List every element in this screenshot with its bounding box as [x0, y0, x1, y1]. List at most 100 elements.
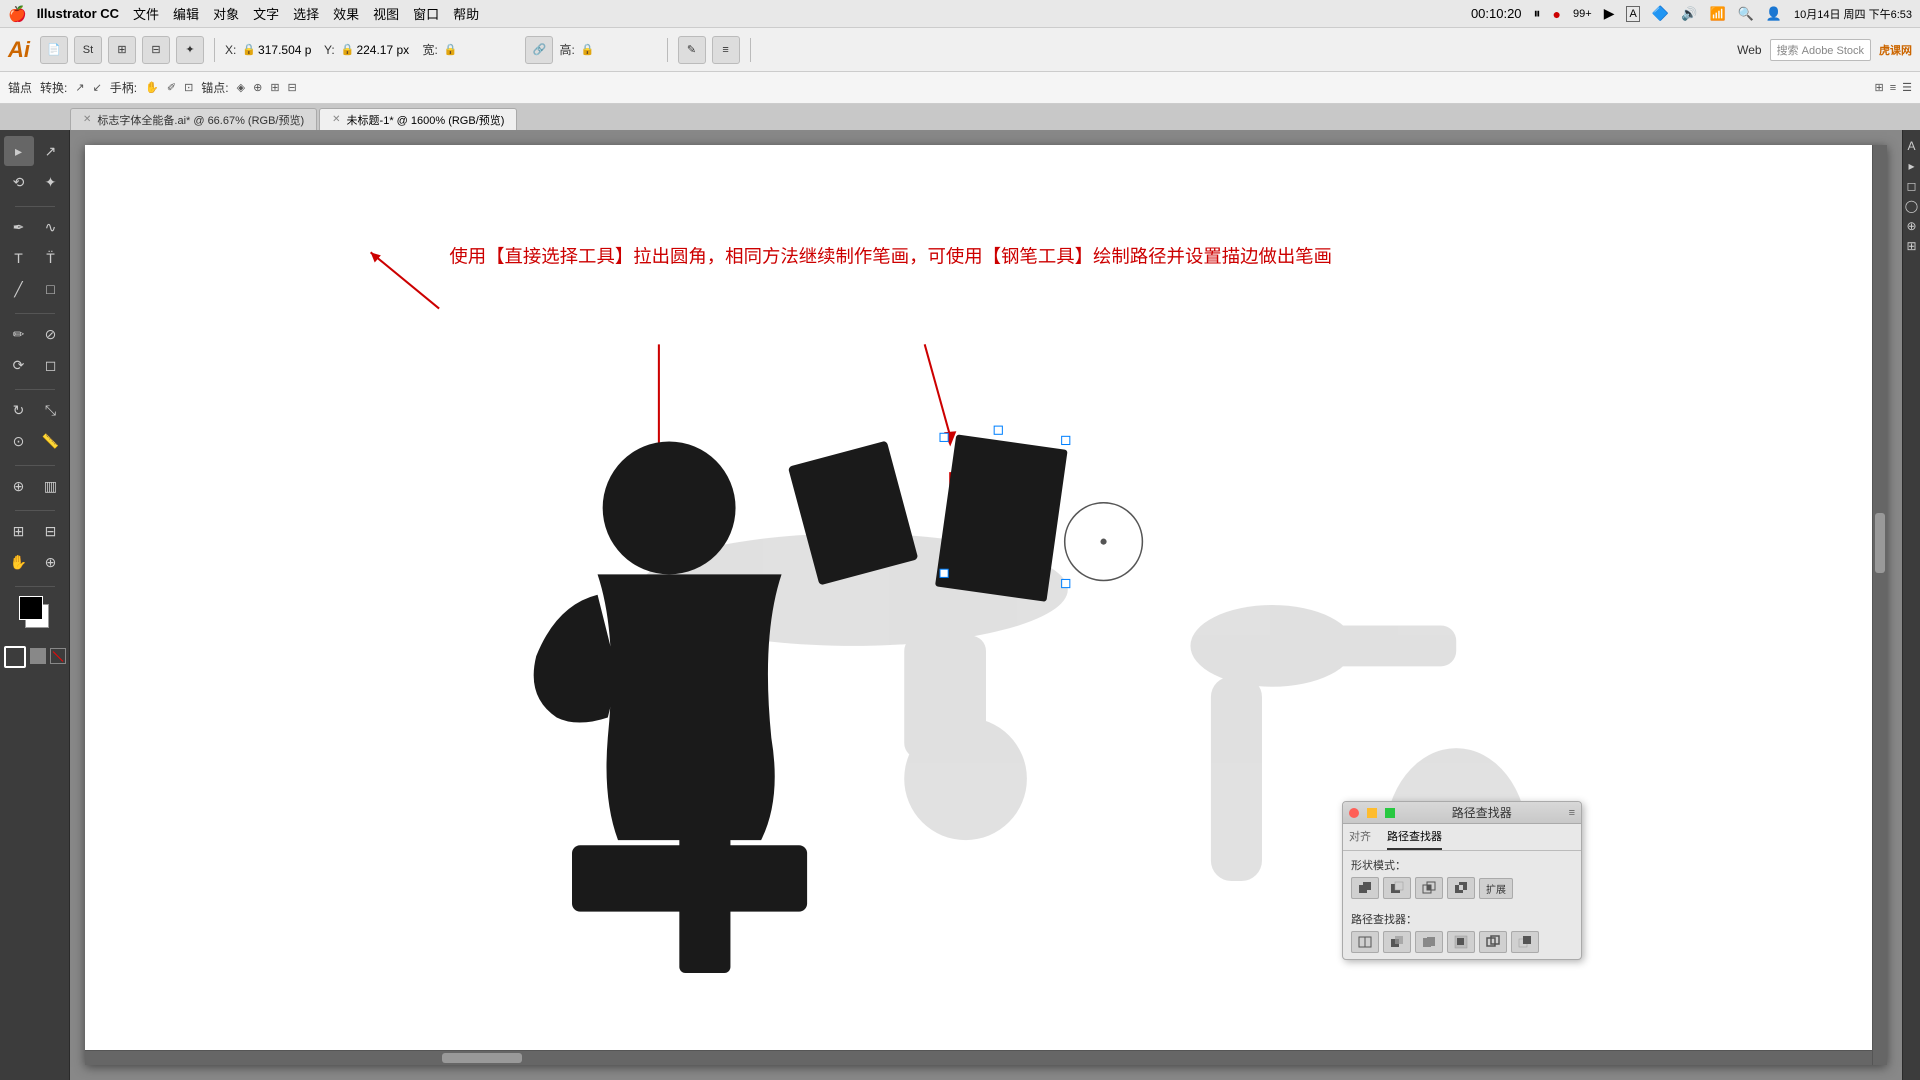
- blend-tool[interactable]: ⊕: [4, 471, 34, 501]
- right-tool-3[interactable]: ◻: [1904, 178, 1920, 194]
- panel-options-icon[interactable]: ≡: [1569, 807, 1575, 819]
- anchorpt-btn2[interactable]: ⊕: [253, 81, 262, 94]
- color-swatches[interactable]: [15, 596, 55, 636]
- view-btn1[interactable]: ⊞: [1874, 81, 1883, 94]
- divide-btn[interactable]: [1351, 931, 1379, 953]
- star-btn[interactable]: ✦: [176, 36, 204, 64]
- record-icon[interactable]: ●: [1553, 6, 1561, 22]
- handle-tr[interactable]: [1062, 436, 1070, 444]
- convert-btn2[interactable]: ↙: [93, 81, 102, 94]
- apple-menu[interactable]: 🍎: [8, 5, 27, 23]
- align-btn[interactable]: ≡: [712, 36, 740, 64]
- layout-btn[interactable]: ⊞: [108, 36, 136, 64]
- tab-1-close[interactable]: ✕: [83, 114, 91, 125]
- view-btn3[interactable]: ☰: [1902, 81, 1912, 94]
- right-tool-5[interactable]: ⊕: [1904, 218, 1920, 234]
- foreground-color[interactable]: [19, 596, 43, 620]
- menu-select[interactable]: 选择: [293, 4, 319, 23]
- outline-btn[interactable]: [1479, 931, 1507, 953]
- rotate-tool[interactable]: ↻: [4, 395, 34, 425]
- y-value[interactable]: 224.17 px: [356, 43, 416, 57]
- hand-btn1[interactable]: ✋: [145, 81, 159, 94]
- type-tool[interactable]: T: [4, 243, 34, 273]
- gradient-swatch[interactable]: [30, 648, 46, 664]
- intersect-btn[interactable]: [1415, 877, 1443, 899]
- notification-badge[interactable]: 99+: [1573, 8, 1592, 20]
- scroll-h[interactable]: [85, 1050, 1872, 1065]
- crop-btn[interactable]: [1447, 931, 1475, 953]
- link-btn[interactable]: 🔗: [525, 36, 553, 64]
- minus-back-btn[interactable]: [1511, 931, 1539, 953]
- menu-view[interactable]: 视图: [373, 4, 399, 23]
- panel-tab-align[interactable]: 对齐: [1349, 828, 1371, 850]
- menu-object[interactable]: 对象: [213, 4, 239, 23]
- menu-file[interactable]: 文件: [133, 4, 159, 23]
- scroll-v[interactable]: [1872, 145, 1887, 1065]
- menu-help[interactable]: 帮助: [453, 4, 479, 23]
- stroke-swatch[interactable]: [4, 646, 26, 668]
- exclude-btn[interactable]: [1447, 877, 1475, 899]
- pause-icon[interactable]: ⏸: [1534, 5, 1541, 22]
- none-swatch[interactable]: [50, 648, 66, 664]
- brush-tool[interactable]: ⊘: [36, 319, 66, 349]
- panel-close-btn[interactable]: [1349, 808, 1359, 818]
- x-value[interactable]: 317.504 p: [258, 43, 318, 57]
- line-tool[interactable]: ╱: [4, 274, 34, 304]
- hand-tool[interactable]: ✋: [4, 547, 34, 577]
- hand-btn2[interactable]: ✐: [167, 81, 176, 94]
- shape-tool[interactable]: □: [36, 274, 66, 304]
- tab-1[interactable]: ✕ 标志字体全能备.ai* @ 66.67% (RGB/预览): [70, 108, 317, 130]
- artboard[interactable]: 使用【直接选择工具】拉出圆角，相同方法继续制作笔画，可使用【钢笔工具】绘制路径并…: [85, 145, 1887, 1065]
- user-icon[interactable]: 👤: [1766, 6, 1782, 22]
- touch-type-tool[interactable]: T̈: [36, 243, 66, 273]
- anchorpt-btn1[interactable]: ◈: [237, 81, 245, 94]
- handle-tc[interactable]: [994, 426, 1002, 434]
- menu-window[interactable]: 窗口: [413, 4, 439, 23]
- zoom-tool[interactable]: ⊕: [36, 547, 66, 577]
- stroke-btn[interactable]: ✎: [678, 36, 706, 64]
- hand-btn3[interactable]: ⊡: [184, 81, 193, 94]
- st-btn[interactable]: St: [74, 36, 102, 64]
- play-icon[interactable]: ▶: [1604, 5, 1615, 22]
- trim-btn[interactable]: [1383, 931, 1411, 953]
- panel-tab-pathfinder[interactable]: 路径查找器: [1387, 828, 1442, 850]
- graph-tool[interactable]: ▥: [36, 471, 66, 501]
- web-dropdown[interactable]: Web: [1737, 43, 1761, 57]
- right-tool-4[interactable]: ◯: [1904, 198, 1920, 214]
- minus-front-btn[interactable]: [1383, 877, 1411, 899]
- anchorpt-btn4[interactable]: ⊟: [288, 81, 297, 94]
- shaper-tool[interactable]: ⟳: [4, 350, 34, 380]
- handle-br[interactable]: [1062, 579, 1070, 587]
- right-tool-1[interactable]: A: [1904, 138, 1920, 154]
- magic-wand-tool[interactable]: ✦: [36, 167, 66, 197]
- tab-2[interactable]: ✕ 未标题-1* @ 1600% (RGB/预览): [319, 108, 517, 130]
- scroll-thumb-h[interactable]: [442, 1053, 522, 1063]
- view-btn2[interactable]: ≡: [1890, 82, 1896, 94]
- arrange-btn[interactable]: ⊟: [142, 36, 170, 64]
- tab-2-close[interactable]: ✕: [332, 114, 340, 125]
- right-tool-6[interactable]: ⊞: [1904, 238, 1920, 254]
- right-tool-2[interactable]: ▸: [1904, 158, 1920, 174]
- handle-bl[interactable]: [940, 569, 948, 577]
- select-tool[interactable]: ▸: [4, 136, 34, 166]
- zoom-out-tool[interactable]: ⊟: [36, 516, 66, 546]
- lasso-tool[interactable]: ⟲: [4, 167, 34, 197]
- expand-btn[interactable]: 扩展: [1479, 878, 1513, 899]
- curvature-tool[interactable]: ∿: [36, 212, 66, 242]
- search-stock-input[interactable]: 搜索 Adobe Stock: [1770, 39, 1871, 61]
- pencil-tool[interactable]: ✏: [4, 319, 34, 349]
- eraser-tool[interactable]: ◻: [36, 350, 66, 380]
- doc-icon-btn[interactable]: 📄: [40, 36, 68, 64]
- eyedropper-tool[interactable]: ⊙: [4, 426, 34, 456]
- menu-text[interactable]: 文字: [253, 4, 279, 23]
- panel-expand-btn-titlebar[interactable]: [1385, 808, 1395, 818]
- menu-effect[interactable]: 效果: [333, 4, 359, 23]
- unite-btn[interactable]: [1351, 877, 1379, 899]
- anchorpt-btn3[interactable]: ⊞: [270, 81, 279, 94]
- convert-btn1[interactable]: ↗: [75, 81, 84, 94]
- merge-btn[interactable]: [1415, 931, 1443, 953]
- scroll-thumb-v[interactable]: [1875, 513, 1885, 573]
- pen-tool[interactable]: ✒: [4, 212, 34, 242]
- direct-select-tool[interactable]: ↗: [36, 136, 66, 166]
- handle-tl[interactable]: [940, 433, 948, 441]
